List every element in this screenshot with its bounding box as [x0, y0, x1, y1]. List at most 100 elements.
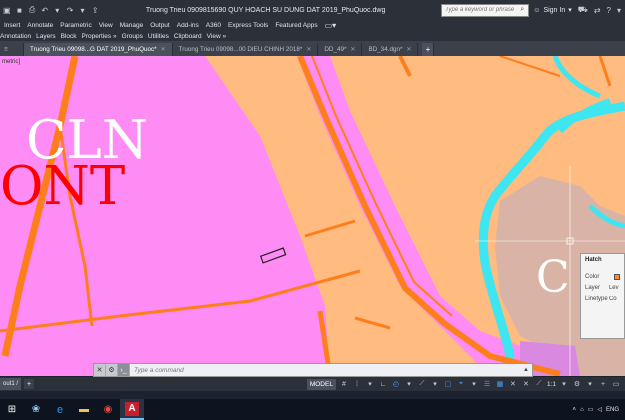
annotation-scale-icon[interactable]: ✕ [521, 379, 531, 389]
polar-dropdown-icon[interactable]: ▾ [404, 379, 414, 389]
zone-label-ont: ONT [0, 156, 126, 217]
menu-express-tools[interactable]: Express Tools [228, 22, 268, 29]
annotation-visibility-icon[interactable]: ✕ [508, 379, 518, 389]
viewport-label[interactable]: metric] [2, 59, 20, 65]
menu-add-ins[interactable]: Add-ins [177, 22, 199, 29]
file-tab-2[interactable]: Truong Trieu 09098...00 DIEU CHINH 2018*… [173, 43, 319, 56]
redo-icon[interactable]: ↷ [65, 5, 75, 15]
property-row-layer[interactable]: Layer Lev [585, 282, 620, 293]
panel-properties[interactable]: Properties » [82, 33, 117, 40]
save-icon[interactable]: ■ [15, 5, 25, 15]
network-icon[interactable]: ⌂ [580, 407, 584, 413]
snap-dropdown-icon[interactable]: ▾ [365, 379, 375, 389]
sign-in-button[interactable]: ☺ Sign In ▾ [533, 6, 571, 15]
command-input[interactable] [130, 366, 521, 374]
property-row-linetype[interactable]: Linetype Co [585, 293, 620, 304]
layout-tab[interactable]: out1 / [0, 378, 22, 390]
property-value: Co [608, 295, 617, 302]
taskbar: ⊞ ❀ e ▬ ◉ A ˄ ⌂ ▭ ◁ ENG [0, 399, 625, 420]
add-layout-button[interactable]: + [24, 379, 35, 389]
title-bar: ▣ ■ ⎙ ↶ ▾ ↷ ▾ ⇪ Truong Trieu 0909815690 … [0, 0, 625, 20]
quick-properties-panel[interactable]: Hatch Color Layer Lev Linetype Co [580, 253, 625, 339]
autocad-icon[interactable]: A [120, 399, 144, 420]
volume-icon[interactable]: ◁ [597, 406, 602, 413]
search-box[interactable]: ⌕ [441, 3, 530, 17]
close-icon[interactable]: ✕ [94, 364, 106, 376]
command-prompt-icon[interactable]: ›_ [118, 364, 130, 376]
panel-view[interactable]: View » [207, 33, 226, 40]
menu-insert[interactable]: Insert [4, 22, 20, 29]
help-icon[interactable]: ? [607, 6, 611, 15]
cart-icon[interactable]: ⛟ [578, 5, 588, 15]
panel-utilities[interactable]: Utilities [148, 33, 169, 40]
file-tab-3[interactable]: DD_49* ✕ [318, 43, 363, 56]
menu-annotate[interactable]: Annotate [27, 22, 53, 29]
menu-a360[interactable]: A360 [206, 22, 221, 29]
grid-icon[interactable]: # [339, 379, 349, 389]
chevron-up-icon[interactable]: ▲ [520, 367, 532, 373]
lineweight-icon[interactable]: ☰ [482, 379, 492, 389]
gear-icon[interactable]: ⚙ [572, 379, 582, 389]
open-icon[interactable]: ▣ [2, 5, 12, 15]
drawing-canvas[interactable]: metric] CLN ONT C [0, 56, 625, 376]
ortho-icon[interactable]: ∟ [378, 379, 388, 389]
wrench-icon[interactable]: ⚙ [106, 364, 118, 376]
plus-icon[interactable]: + [598, 379, 608, 389]
settings-dropdown-icon[interactable]: ▾ [585, 379, 595, 389]
redo-dropdown-icon[interactable]: ▾ [78, 5, 88, 15]
file-explorer-icon[interactable]: ▬ [72, 399, 96, 420]
chrome-icon[interactable]: ◉ [96, 399, 120, 420]
file-tab-label: Truong Trieu 09098...G DAT 2019_PhuQuoc* [30, 46, 157, 53]
menu-featured-apps[interactable]: Featured Apps [275, 22, 317, 29]
object-snap-icon[interactable]: ▢ [443, 379, 453, 389]
edge-icon[interactable]: e [48, 399, 72, 420]
share-icon[interactable]: ⇪ [90, 5, 100, 15]
osnap-dropdown-icon[interactable]: ▾ [469, 379, 479, 389]
window-bottom-edge [0, 391, 625, 399]
property-row-color[interactable]: Color [585, 271, 620, 282]
file-tab-1[interactable]: Truong Trieu 09098...G DAT 2019_PhuQuoc*… [24, 43, 173, 56]
panel-clipboard[interactable]: Clipboard [174, 33, 202, 40]
close-icon[interactable]: ✕ [161, 46, 166, 53]
panel-block[interactable]: Block [61, 33, 77, 40]
exchange-icon[interactable]: ⇄ [594, 6, 601, 15]
hardware-acceleration-icon[interactable]: ▭ [611, 379, 621, 389]
isodraft-dropdown-icon[interactable]: ▾ [430, 379, 440, 389]
search-icon[interactable]: ⌕ [520, 6, 524, 14]
file-tab-4[interactable]: BD_34.dgn* ✕ [362, 43, 419, 56]
snap-icon[interactable]: ⁞ [352, 379, 362, 389]
menu-button[interactable]: ≡ [0, 43, 24, 56]
transparency-icon[interactable]: ▦ [495, 379, 505, 389]
battery-icon[interactable]: ▭ [588, 406, 594, 413]
menu-output[interactable]: Output [150, 22, 170, 29]
annotation-scale-value[interactable]: 1:1 [547, 381, 556, 388]
polar-icon[interactable]: ◴ [391, 379, 401, 389]
isodraft-icon[interactable]: ⟋ [417, 379, 427, 389]
close-icon[interactable]: ✕ [406, 46, 411, 53]
object-snap-tracking-icon[interactable]: ⌖ [456, 379, 466, 389]
menu-manage[interactable]: Manage [120, 22, 144, 29]
windows-start-icon[interactable]: ⊞ [0, 399, 24, 420]
menu-view[interactable]: View [99, 22, 113, 29]
new-tab-button[interactable]: + [422, 43, 435, 56]
undo-dropdown-icon[interactable]: ▾ [53, 5, 63, 15]
help-dropdown-icon[interactable]: ▾ [617, 6, 621, 15]
scale-dropdown-icon[interactable]: ▾ [559, 379, 569, 389]
panel-annotation[interactable]: Annotation [0, 33, 31, 40]
panel-layers[interactable]: Layers [36, 33, 56, 40]
ribbon-toggle-icon[interactable]: ▭▾ [325, 21, 337, 30]
print-icon[interactable]: ⎙ [27, 5, 37, 15]
language-indicator[interactable]: ENG [606, 407, 619, 413]
close-icon[interactable]: ✕ [350, 46, 355, 53]
close-icon[interactable]: ✕ [306, 46, 311, 53]
tray-expand-icon[interactable]: ˄ [573, 407, 577, 413]
search-input[interactable] [445, 7, 521, 13]
command-line[interactable]: ✕ ⚙ ›_ ▲ [93, 363, 533, 377]
app-icon-1[interactable]: ❀ [24, 399, 48, 420]
undo-icon[interactable]: ↶ [40, 5, 50, 15]
panel-title: Hatch [585, 257, 602, 263]
annotation-autoscale-icon[interactable]: ⟋ [534, 379, 544, 389]
model-space-button[interactable]: MODEL [306, 378, 336, 390]
menu-parametric[interactable]: Parametric [60, 22, 91, 29]
panel-groups[interactable]: Groups [122, 33, 143, 40]
